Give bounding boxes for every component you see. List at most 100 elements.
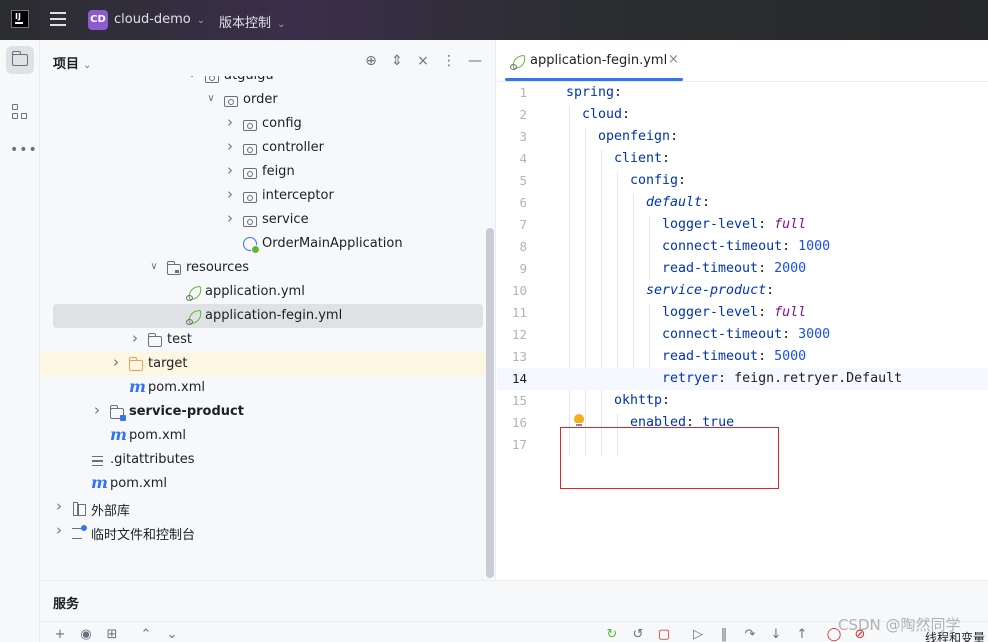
chevron-right-icon[interactable]: › [54, 497, 64, 515]
expand-all-icon[interactable]: ⇕ [388, 52, 406, 70]
tree-item[interactable]: .gitattributes [40, 448, 486, 472]
code-line: 9 read-timeout: 2000 [497, 258, 988, 280]
project-badge[interactable]: CD [88, 10, 108, 30]
tree-item-label: order [243, 92, 278, 107]
eye-icon[interactable]: ◉ [78, 627, 94, 642]
tree-item[interactable]: › test [40, 328, 486, 352]
tree-item[interactable]: › interceptor [40, 184, 486, 208]
tree-item[interactable]: › controller [40, 136, 486, 160]
step-out-icon[interactable]: ↑ [794, 627, 810, 642]
tree-item[interactable]: ∨ atguigu [40, 76, 486, 88]
chevron-down-icon: ⌄ [83, 60, 92, 71]
tree-item-label: application.yml [205, 284, 305, 299]
tree-item[interactable]: › 外部库 [40, 496, 486, 520]
watermark: CSDN @陶然同学 [838, 616, 961, 634]
chevron-right-icon[interactable]: › [225, 113, 235, 131]
tree-item[interactable]: › target [40, 352, 486, 376]
chevron-right-icon[interactable]: › [54, 521, 64, 539]
add-icon[interactable]: + [52, 627, 68, 642]
code-text: okhttp: [614, 390, 670, 412]
package-icon [243, 168, 257, 179]
vcs-menu[interactable]: 版本控制 ⌄ [219, 12, 285, 31]
tree-item-label: feign [262, 164, 295, 179]
chevron-down-icon: ⌄ [196, 15, 206, 26]
tab-application-fegin-yml[interactable]: application-fegin.yml × [505, 40, 683, 82]
tree-item[interactable]: OrderMainApplication [40, 232, 486, 256]
collapse-icon[interactable]: ⌄ [164, 627, 180, 642]
tree-item-label: service-product [129, 404, 244, 419]
tree-item[interactable]: › service-product [40, 400, 486, 424]
tree-item[interactable]: ∨ order [40, 88, 486, 112]
locate-icon[interactable]: ⊕ [362, 52, 380, 70]
chevron-right-icon[interactable]: › [111, 353, 121, 371]
close-icon[interactable]: × [668, 52, 679, 67]
chevron-down-icon[interactable]: ∨ [206, 93, 216, 104]
tree-item[interactable]: m pom.xml [40, 472, 486, 496]
code-line: 14 retryer: feign.retryer.Default [497, 368, 988, 390]
more-tools-button[interactable]: ••• [6, 136, 37, 164]
line-number: 12 [511, 327, 527, 342]
tree-item[interactable]: ∨ resources [40, 256, 486, 280]
chevron-down-icon[interactable]: ∨ [149, 261, 159, 272]
expand-icon[interactable]: ⌃ [138, 627, 154, 642]
project-view-selector[interactable]: 项目 ⌄ [53, 53, 91, 72]
new-group-icon[interactable]: ⊞ [104, 627, 120, 642]
project-selector[interactable]: cloud-demo ⌄ [114, 12, 205, 27]
chevron-right-icon[interactable]: › [130, 329, 140, 347]
line-number: 6 [519, 195, 527, 210]
folder-icon [11, 51, 28, 66]
minimize-icon[interactable]: — [466, 52, 484, 70]
structure-tool-button[interactable] [6, 98, 34, 126]
chevron-down-icon[interactable]: ∨ [187, 76, 197, 80]
chevron-right-icon[interactable]: › [225, 209, 235, 227]
code-line: 4 client: [497, 148, 988, 170]
code-token: : [670, 129, 679, 144]
code-text: openfeign: [598, 126, 678, 148]
chevron-right-icon[interactable]: › [225, 161, 235, 179]
step-over-icon[interactable]: ↷ [742, 627, 758, 642]
pause-icon[interactable]: ‖ [716, 627, 732, 642]
code-token: 2000 [774, 261, 807, 276]
tree-item[interactable]: › service [40, 208, 486, 232]
code-token: true [702, 415, 735, 430]
tree-item[interactable]: m pom.xml [40, 424, 486, 448]
maven-icon: m [110, 425, 127, 444]
spring-leaf-icon [510, 56, 526, 70]
intellij-logo-icon[interactable]: IJ [11, 10, 29, 28]
step-into-icon[interactable]: ↓ [768, 627, 784, 642]
options-icon[interactable]: ⋮ [440, 52, 458, 70]
tree-item[interactable]: › config [40, 112, 486, 136]
tree-item[interactable]: › 临时文件和控制台 [40, 520, 486, 544]
tree-scrollbar[interactable] [486, 228, 494, 578]
tree-item[interactable]: m pom.xml [40, 376, 486, 400]
project-tool-button[interactable] [6, 46, 34, 74]
code-token: okhttp [614, 393, 663, 408]
code-line: 15 okhttp: [497, 390, 988, 412]
code-token: feign.retryer.Default [734, 371, 903, 386]
package-icon [224, 96, 238, 107]
library-icon [72, 501, 86, 516]
editor-tab-bar: application-fegin.yml × [497, 40, 988, 82]
chevron-right-icon[interactable]: › [92, 401, 102, 419]
code-token: client [614, 151, 663, 166]
project-tree: ∨ atguigu ∨ order › config › controller › feign › i… [40, 76, 486, 580]
tree-item[interactable]: › feign [40, 160, 486, 184]
stop-icon[interactable]: ▢ [656, 627, 672, 642]
restart-icon[interactable]: ↺ [630, 627, 646, 642]
collapse-all-icon[interactable]: × [414, 52, 432, 70]
code-text: client: [614, 148, 670, 170]
resume-icon[interactable]: ▷ [690, 627, 706, 642]
tab-title: application-fegin.yml [530, 53, 668, 68]
code-token: : [758, 217, 775, 232]
tree-item[interactable]: application.yml [40, 280, 486, 304]
tree-item[interactable]: application-fegin.yml [53, 304, 483, 328]
code-text: service-product: [646, 280, 774, 302]
chevron-right-icon[interactable]: › [225, 137, 235, 155]
code-token: : [622, 107, 631, 122]
chevron-right-icon[interactable]: › [225, 185, 235, 203]
main-menu-icon[interactable] [50, 12, 66, 26]
code-token: config [630, 173, 679, 188]
rerun-icon[interactable]: ↻ [604, 627, 620, 642]
code-editor[interactable]: 1 spring: 2 cloud: 3 openfeign: 4 client: 5 confi… [497, 82, 988, 580]
code-text: logger-level: full [662, 302, 806, 324]
